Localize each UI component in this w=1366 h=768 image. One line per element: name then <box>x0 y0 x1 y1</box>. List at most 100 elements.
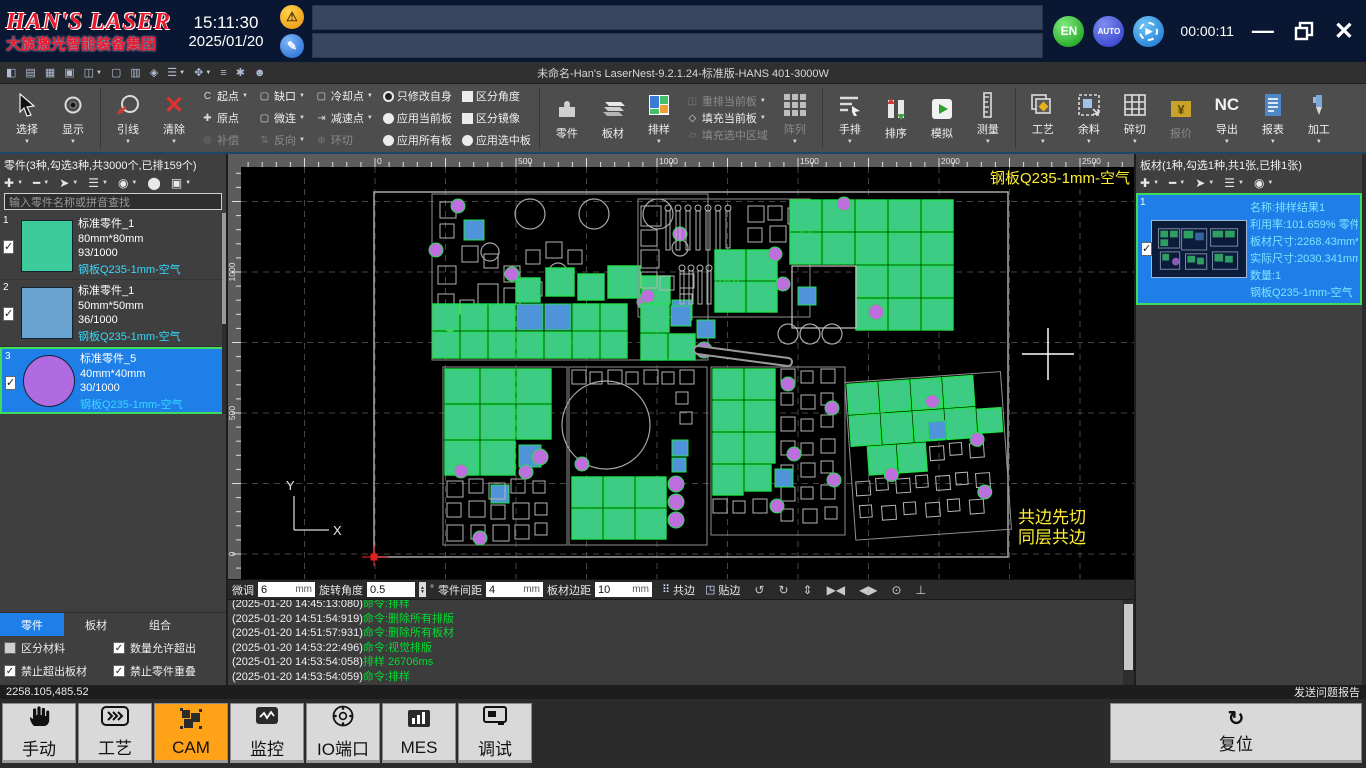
frame-icon[interactable]: ▢ <box>111 66 121 79</box>
reset-button[interactable]: ↻ 复位 <box>1110 703 1362 763</box>
apply-selected-radio[interactable]: 应用选中板 <box>458 129 535 151</box>
run-status-button[interactable]: ▶ <box>1133 16 1164 47</box>
lead-line-button[interactable]: 引线▼ <box>105 86 151 150</box>
lock-part-icon[interactable]: ⬤ <box>147 176 160 190</box>
mode-button-调试[interactable]: 调试 <box>458 703 532 763</box>
fill-region-button[interactable]: ▱填充选中区域 <box>682 127 772 143</box>
mode-button-手动[interactable]: 手动 <box>2 703 76 763</box>
renest-current-button[interactable]: ◫重排当前板▼ <box>682 93 772 109</box>
part-list-item[interactable]: 2✓标准零件_150mm*50mm36/1000钢板Q235-1mm-空气 <box>0 280 226 347</box>
settings-icon[interactable]: ✱ <box>236 66 245 79</box>
quote-button[interactable]: ¥ 报价 <box>1158 86 1204 150</box>
export-button[interactable]: NC 导出▼ <box>1204 86 1250 150</box>
stack-icon[interactable]: ≡ <box>220 67 226 79</box>
part-list-item[interactable]: 3✓标准零件_540mm*40mm30/1000钢板Q235-1mm-空气 <box>0 347 226 414</box>
rotate-cw-icon[interactable]: ↻ <box>778 583 788 597</box>
part-button[interactable]: 零件 <box>544 86 590 150</box>
finetune-input[interactable]: 6mm <box>258 582 315 597</box>
image-icon[interactable]: ▥ <box>130 66 140 79</box>
nest-result-checkbox[interactable]: ✓ <box>1141 242 1152 256</box>
select-sheet-icon[interactable]: ➤▼ <box>1195 176 1214 190</box>
start-point-button[interactable]: C起点▼ <box>197 85 252 107</box>
rotate-angle-stepper[interactable]: ▲▼ <box>419 582 426 597</box>
sort-sheet-icon[interactable]: ☰▼ <box>1224 176 1244 190</box>
distinguish-angle-checkbox[interactable]: 区分角度 <box>458 85 535 107</box>
select-part-icon[interactable]: ➤▼ <box>59 176 78 190</box>
array-button[interactable]: 阵列▼ <box>772 86 818 150</box>
cooling-point-button[interactable]: ▢冷却点▼ <box>311 85 377 107</box>
part-checkbox[interactable]: ✓ <box>3 240 14 254</box>
mode-button-IO端口[interactable]: IO端口 <box>306 703 380 763</box>
nest-result-item[interactable]: 1 ✓ 名称:排样结果1利用率:101.659 <box>1136 193 1362 305</box>
sort-button[interactable]: 排序 <box>873 86 919 150</box>
user-icon[interactable]: ☻ <box>254 67 266 79</box>
view-part-icon[interactable]: ◉▼ <box>118 176 137 190</box>
micro-joint-button[interactable]: ▢微连▼ <box>254 107 309 129</box>
notch-button[interactable]: ▢缺口▼ <box>254 85 309 107</box>
process-button[interactable]: 工艺▼ <box>1020 86 1066 150</box>
language-en-button[interactable]: EN <box>1053 16 1084 47</box>
layers-icon[interactable]: ☰▼ <box>167 66 185 79</box>
panel-tab-组合[interactable]: 组合 <box>128 613 192 636</box>
rotate-ccw-icon[interactable]: ↺ <box>754 583 764 597</box>
part-tool-icon[interactable]: ▣▼ <box>171 176 191 190</box>
display-button[interactable]: 显示▼ <box>50 86 96 150</box>
panel-tab-板材[interactable]: 板材 <box>64 613 128 636</box>
ring-cut-button[interactable]: ⊕环切 <box>311 129 377 151</box>
edit-note-icon[interactable]: ✎ <box>280 34 304 58</box>
option-checkbox-禁止超出板材[interactable]: ✓禁止超出板材 <box>4 663 113 679</box>
clear-button[interactable]: ✕ 清除▼ <box>151 86 197 150</box>
command-log[interactable]: (2025-01-20 14:45:13:080)命令:排样(2025-01-2… <box>228 599 1134 685</box>
warning-icon[interactable]: ⚠ <box>280 5 304 29</box>
rotate-angle-input[interactable]: 0.5 <box>367 582 415 597</box>
align-origin-icon[interactable]: ⊥ <box>916 583 926 597</box>
new-file-icon[interactable]: ▤ <box>25 66 35 79</box>
origin-button[interactable]: ✚原点 <box>197 107 252 129</box>
mode-button-监控[interactable]: 监控 <box>230 703 304 763</box>
mode-button-CAM[interactable]: CAM <box>154 703 228 763</box>
minimize-button[interactable]: — <box>1252 18 1274 44</box>
send-report-link[interactable]: 发送问题报告 <box>1294 684 1360 700</box>
save-as-icon[interactable]: ◫▼ <box>84 66 102 79</box>
select-button[interactable]: 选择▼ <box>4 86 50 150</box>
option-checkbox-禁止零件重叠[interactable]: ✓禁止零件重叠 <box>113 663 222 679</box>
close-button[interactable]: ✕ <box>1334 17 1354 46</box>
open-file-icon[interactable]: ▦ <box>45 66 55 79</box>
sheet-margin-input[interactable]: 10mm <box>595 582 652 597</box>
mirror-horizontal-icon[interactable]: ▶◀ <box>827 583 845 597</box>
mode-button-MES[interactable]: MES <box>382 703 456 763</box>
auto-mode-button[interactable]: AUTO <box>1093 16 1124 47</box>
mirror-vertical-icon[interactable]: ◀▶ <box>859 583 877 597</box>
display-icon[interactable]: ◧ <box>6 66 16 79</box>
share-edge-button[interactable]: ⠿共边 <box>662 582 695 598</box>
part-checkbox[interactable]: ✓ <box>5 376 16 390</box>
chop-button[interactable]: 碎切▼ <box>1112 86 1158 150</box>
option-checkbox-区分材料[interactable]: 区分材料 <box>4 640 113 656</box>
part-list-item[interactable]: 1✓标准零件_180mm*80mm93/1000钢板Q235-1mm-空气 <box>0 213 226 280</box>
measure-button[interactable]: 测量▼ <box>965 86 1011 150</box>
flip-vertical-icon[interactable]: ⇕ <box>803 583 813 597</box>
restore-button[interactable] <box>1294 21 1314 41</box>
nest-button[interactable]: 排样▼ <box>636 86 682 150</box>
add-part-icon[interactable]: ✚▼ <box>4 176 23 190</box>
reverse-button[interactable]: ⇅反向▼ <box>254 129 309 151</box>
option-checkbox-数量允许超出[interactable]: ✓数量允许超出 <box>113 640 222 656</box>
parts-scrollbar[interactable] <box>222 213 226 414</box>
panel-tab-零件[interactable]: 零件 <box>0 613 64 636</box>
compensate-button[interactable]: ◎补偿 <box>197 129 252 151</box>
sort-part-icon[interactable]: ☰▼ <box>88 176 108 190</box>
snap-edge-button[interactable]: ◳贴边 <box>705 582 740 598</box>
view-sheet-icon[interactable]: ◉▼ <box>1254 176 1273 190</box>
sheet-button[interactable]: 板材 <box>590 86 636 150</box>
add-sheet-icon[interactable]: ✚▼ <box>1140 176 1159 190</box>
remove-sheet-icon[interactable]: ━▼ <box>1169 176 1185 190</box>
part-checkbox[interactable]: ✓ <box>3 307 14 321</box>
slow-point-button[interactable]: ⇥减速点▼ <box>311 107 377 129</box>
move-icon[interactable]: ✥▼ <box>194 66 211 79</box>
fill-current-button[interactable]: ◇填充当前板▼ <box>682 110 772 126</box>
remnant-button[interactable]: 余料▼ <box>1066 86 1112 150</box>
manual-nest-button[interactable]: 手排▼ <box>827 86 873 150</box>
log-scrollbar[interactable] <box>1123 600 1134 685</box>
only-self-radio[interactable]: 只修改自身 <box>379 85 456 107</box>
remove-part-icon[interactable]: ━▼ <box>33 176 49 190</box>
